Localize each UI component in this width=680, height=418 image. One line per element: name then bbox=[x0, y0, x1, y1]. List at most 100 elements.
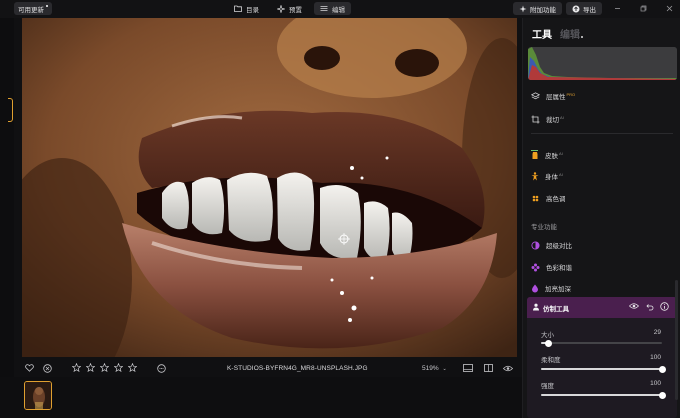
eye-icon[interactable] bbox=[628, 302, 640, 313]
stamp-icon bbox=[532, 303, 540, 313]
panel-scrollbar[interactable] bbox=[675, 280, 678, 400]
edits-badge-dot bbox=[581, 36, 583, 38]
star-icon[interactable] bbox=[85, 362, 96, 374]
contrast-icon bbox=[531, 240, 540, 250]
file-name: K-STUDIOS-BYFRN4G_MR8-UNSPLASH.JPG bbox=[227, 364, 368, 372]
more-options-icon[interactable] bbox=[157, 363, 166, 373]
tab-edits[interactable]: 编辑 bbox=[560, 26, 580, 41]
panel-item-body[interactable]: 身体AI bbox=[531, 171, 563, 181]
zoom-level: 519% bbox=[422, 364, 439, 372]
star-rating[interactable] bbox=[71, 362, 138, 374]
eye-icon[interactable] bbox=[503, 365, 513, 372]
panel-item-super-contrast[interactable]: 超级对比 bbox=[531, 240, 572, 250]
strength-slider-handle[interactable] bbox=[658, 391, 666, 399]
chevron-down-icon: ⌄ bbox=[442, 365, 447, 372]
panel-item-skin[interactable]: 皮肤AI bbox=[531, 150, 563, 160]
size-label: 大小 bbox=[541, 332, 554, 339]
reject-icon[interactable] bbox=[43, 363, 52, 373]
panel-item-layer-properties[interactable]: 层属性PRO bbox=[531, 91, 575, 101]
compare-icon[interactable] bbox=[484, 364, 493, 372]
dodge-burn-label: 加亮加深 bbox=[545, 286, 571, 293]
drop-icon bbox=[531, 284, 539, 293]
undo-icon[interactable] bbox=[645, 302, 654, 313]
panel-item-color-harmony[interactable]: 色彩和谐 bbox=[531, 262, 572, 272]
left-sidebar-collapsed bbox=[0, 18, 14, 418]
ai-badge: AI bbox=[560, 114, 564, 120]
layers-icon bbox=[531, 91, 540, 101]
clone-tool-header[interactable]: 仿制工具 bbox=[527, 297, 677, 318]
tab-catalog[interactable]: 目录 bbox=[228, 2, 265, 15]
photo-image bbox=[22, 18, 517, 357]
tab-presets-label: 预置 bbox=[289, 6, 302, 14]
main-nav: 目录 预置 编辑 bbox=[228, 2, 351, 15]
photo-toolbar: K-STUDIOS-BYFRN4G_MR8-UNSPLASH.JPG 519% … bbox=[22, 360, 517, 376]
high-key-label: 高色调 bbox=[546, 196, 566, 203]
tools-panel: 工具 编辑 层属性PRO 裁切AI 皮肤AI 身体AI 高色调 专业功能 超级对… bbox=[522, 18, 680, 418]
panel-item-dodge-burn[interactable]: 加亮加深 bbox=[531, 283, 571, 293]
crop-label: 裁切 bbox=[546, 117, 559, 124]
clone-tool-title: 仿制工具 bbox=[543, 305, 569, 313]
palette-icon bbox=[531, 194, 540, 203]
ai-badge: AI bbox=[559, 171, 563, 177]
strength-slider-fill bbox=[541, 394, 662, 396]
filmstrip bbox=[0, 377, 522, 418]
size-slider-handle[interactable] bbox=[544, 339, 552, 347]
restore-icon[interactable] bbox=[632, 2, 654, 15]
zoom-level-dropdown[interactable]: 519% ⌄ bbox=[422, 365, 447, 372]
sparkle-icon bbox=[277, 4, 285, 13]
tab-edit[interactable]: 编辑 bbox=[314, 2, 351, 15]
star-icon[interactable] bbox=[127, 362, 138, 374]
update-badge-dot bbox=[46, 5, 48, 7]
softness-slider-handle[interactable] bbox=[658, 365, 666, 373]
tab-tools[interactable]: 工具 bbox=[532, 26, 552, 41]
folder-icon bbox=[234, 5, 242, 12]
divider bbox=[531, 133, 673, 134]
color-harmony-label: 色彩和谐 bbox=[546, 265, 572, 272]
top-bar: 可用更新 目录 预置 编辑 附加功能 导出 bbox=[0, 0, 680, 18]
panel-tabs: 工具 编辑 bbox=[532, 26, 583, 41]
thumbnail-image bbox=[25, 382, 51, 409]
clone-tool-actions bbox=[628, 302, 669, 313]
strength-slider[interactable] bbox=[541, 391, 666, 399]
sidebar-expand-handle[interactable] bbox=[8, 98, 13, 122]
top-right-actions: 附加功能 导出 bbox=[513, 2, 680, 15]
upload-icon bbox=[572, 5, 580, 13]
addons-label: 附加功能 bbox=[530, 6, 556, 14]
close-icon[interactable] bbox=[658, 2, 680, 15]
heart-icon[interactable] bbox=[25, 364, 34, 372]
strength-label: 强度 bbox=[541, 383, 554, 390]
export-label: 导出 bbox=[583, 6, 596, 14]
panel-item-crop[interactable]: 裁切AI bbox=[531, 114, 564, 124]
softness-slider[interactable] bbox=[541, 365, 666, 373]
pro-section-title: 专业功能 bbox=[531, 224, 557, 231]
minimize-icon[interactable] bbox=[606, 2, 628, 15]
panel-item-high-key[interactable]: 高色调 bbox=[531, 193, 566, 203]
export-button[interactable]: 导出 bbox=[566, 2, 602, 15]
addons-button[interactable]: 附加功能 bbox=[513, 2, 562, 15]
filmstrip-thumbnail[interactable] bbox=[24, 381, 52, 410]
flower-icon bbox=[531, 263, 540, 272]
crop-icon bbox=[531, 115, 540, 124]
tab-presets[interactable]: 预置 bbox=[271, 2, 308, 15]
size-slider[interactable] bbox=[541, 339, 662, 347]
star-icon[interactable] bbox=[71, 362, 82, 374]
skin-label: 皮肤 bbox=[545, 153, 558, 160]
sparkle-icon bbox=[519, 5, 527, 13]
strength-value: 100 bbox=[650, 380, 661, 387]
star-icon[interactable] bbox=[113, 362, 124, 374]
softness-label: 柔和度 bbox=[541, 357, 561, 364]
photo-canvas[interactable] bbox=[22, 18, 517, 357]
super-contrast-label: 超级对比 bbox=[546, 243, 572, 250]
size-value: 29 bbox=[653, 329, 661, 336]
sliders-icon bbox=[320, 5, 328, 12]
tab-edit-label: 编辑 bbox=[332, 6, 345, 14]
skin-icon bbox=[531, 151, 539, 160]
star-icon[interactable] bbox=[99, 362, 110, 374]
update-label: 可用更新 bbox=[18, 6, 44, 14]
softness-value: 100 bbox=[650, 354, 661, 361]
pro-badge: PRO bbox=[566, 91, 576, 97]
update-available-button[interactable]: 可用更新 bbox=[14, 2, 52, 15]
info-icon[interactable] bbox=[660, 302, 669, 313]
filmstrip-toggle-icon[interactable] bbox=[463, 364, 473, 372]
histogram bbox=[528, 47, 677, 80]
